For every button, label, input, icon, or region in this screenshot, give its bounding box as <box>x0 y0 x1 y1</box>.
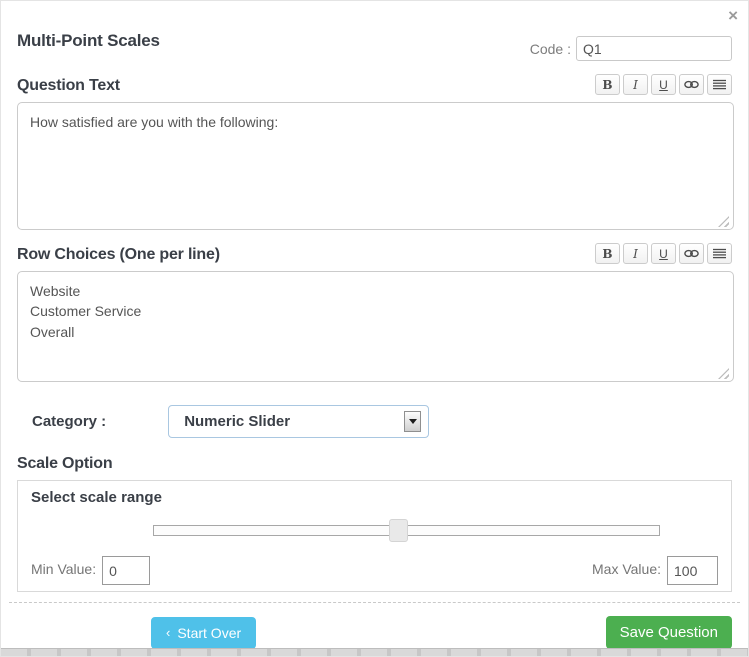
chevron-left-icon: ‹ <box>166 626 170 639</box>
justify-icon <box>713 248 726 259</box>
chevron-down-icon[interactable] <box>404 411 421 432</box>
select-scale-range-heading: Select scale range <box>31 489 718 506</box>
dialog-header: Multi-Point Scales Code : <box>17 28 732 61</box>
footer: ‹ Start Over Save Question <box>17 616 732 649</box>
slider-handle[interactable] <box>389 519 408 542</box>
question-text-heading: Question Text <box>17 77 120 95</box>
row-choices-input[interactable]: Website Customer Service Overall <box>17 271 734 382</box>
underline-button[interactable]: U <box>651 243 676 264</box>
italic-button[interactable]: I <box>623 74 648 95</box>
code-group: Code : <box>530 36 732 61</box>
min-value-input[interactable] <box>102 556 150 585</box>
italic-button[interactable]: I <box>623 243 648 264</box>
link-icon <box>684 80 699 89</box>
page-title: Multi-Point Scales <box>17 31 160 51</box>
min-value-label: Min Value: <box>31 561 96 577</box>
link-icon <box>684 249 699 258</box>
max-value-label: Max Value: <box>592 561 661 577</box>
bold-button[interactable]: B <box>595 243 620 264</box>
start-over-button[interactable]: ‹ Start Over <box>151 617 256 649</box>
justify-icon[interactable] <box>707 74 732 95</box>
scale-option-heading: Scale Option <box>17 455 732 473</box>
underline-button[interactable]: U <box>651 74 676 95</box>
max-value-input[interactable] <box>667 556 718 585</box>
link-icon[interactable] <box>679 243 704 264</box>
code-label: Code : <box>530 41 571 57</box>
save-question-button[interactable]: Save Question <box>606 616 732 649</box>
max-value-group: Max Value: <box>592 556 718 585</box>
page-background-strip <box>1 648 748 656</box>
category-label: Category : <box>32 413 106 430</box>
question-text-toolbar: B I U <box>595 74 732 95</box>
justify-icon <box>713 79 726 90</box>
close-icon[interactable]: × <box>728 7 738 24</box>
category-select[interactable]: Numeric Slider <box>168 405 429 438</box>
category-selected-value: Numeric Slider <box>184 413 290 430</box>
question-text-input[interactable]: How satisfied are you with the following… <box>17 102 734 230</box>
question-text-header: Question Text B I U <box>17 74 732 95</box>
divider <box>9 602 740 603</box>
bold-button[interactable]: B <box>595 74 620 95</box>
min-value-group: Min Value: <box>31 556 150 585</box>
category-row: Category : Numeric Slider <box>17 405 732 438</box>
link-icon[interactable] <box>679 74 704 95</box>
row-choices-header: Row Choices (One per line) B I U <box>17 243 732 264</box>
scale-range-slider <box>153 519 660 542</box>
scale-option-panel: Select scale range Min Value: Max Value: <box>17 480 732 592</box>
justify-icon[interactable] <box>707 243 732 264</box>
multi-point-scales-dialog: × Multi-Point Scales Code : Question Tex… <box>0 0 749 657</box>
min-max-row: Min Value: Max Value: <box>31 556 718 585</box>
row-choices-heading: Row Choices (One per line) <box>17 246 220 264</box>
code-input[interactable] <box>576 36 732 61</box>
row-choices-toolbar: B I U <box>595 243 732 264</box>
start-over-label: Start Over <box>177 625 241 641</box>
